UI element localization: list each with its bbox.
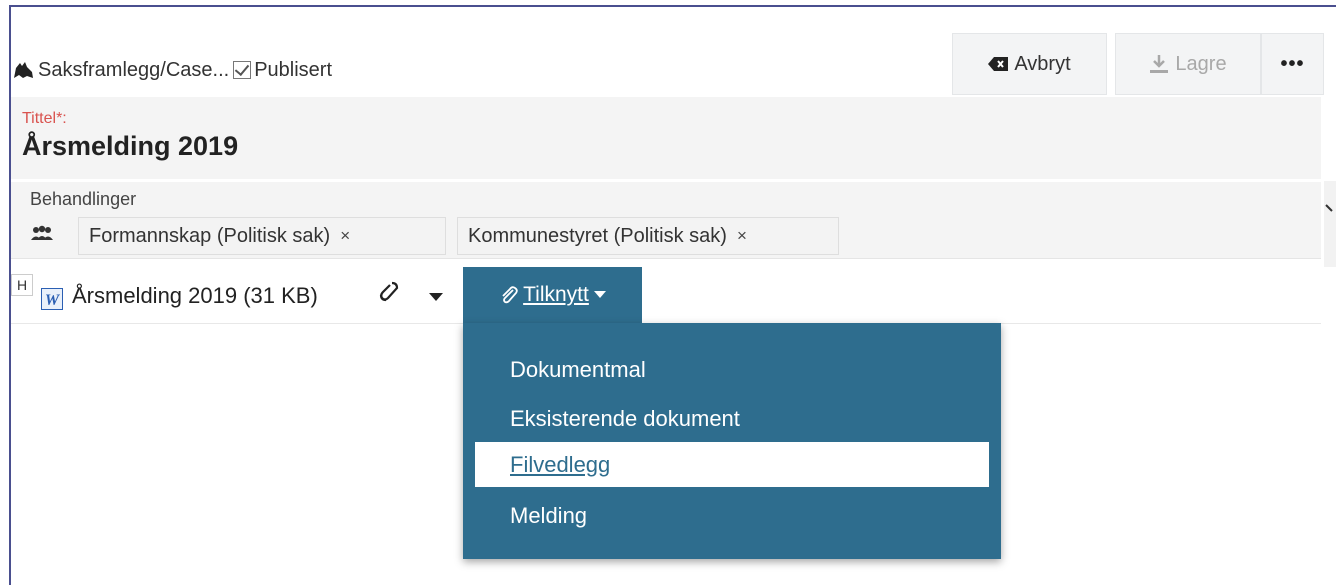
more-icon: ••• xyxy=(1280,52,1305,75)
behandlinger-label: Behandlinger xyxy=(30,189,137,209)
title-field[interactable]: Tittel*: Årsmelding 2019 xyxy=(11,97,1321,179)
download-icon xyxy=(1150,55,1169,73)
svg-text:W: W xyxy=(45,292,61,309)
case-type-header: Saksframlegg/Case... Publisert xyxy=(12,55,332,85)
paperclip-icon xyxy=(502,286,518,304)
document-name[interactable]: Årsmelding 2019 (31 KB) xyxy=(72,283,318,309)
document-row: H W Årsmelding 2019 (31 KB) Tilknytt xyxy=(11,267,1321,324)
save-label: Lagre xyxy=(1175,52,1227,75)
title-value[interactable]: Årsmelding 2019 xyxy=(22,131,238,162)
more-options-button[interactable]: ••• xyxy=(1261,33,1324,95)
behandlinger-section: Behandlinger Formannskap (Politisk sak) … xyxy=(11,182,1321,259)
published-label: Publisert xyxy=(254,58,333,81)
attach-dropdown-menu: Dokumentmal Eksisterende dokument Filved… xyxy=(463,323,1001,559)
tag-label: Formannskap (Politisk sak) xyxy=(89,224,331,247)
title-label: Tittel*: xyxy=(22,110,67,127)
link-icon[interactable] xyxy=(379,281,399,303)
menu-item-dokumentmal[interactable]: Dokumentmal xyxy=(475,347,989,392)
menu-item-eksisterende-dokument[interactable]: Eksisterende dokument xyxy=(475,396,989,441)
backspace-icon xyxy=(988,57,1009,71)
side-expand-handle[interactable] xyxy=(1324,181,1336,267)
behandling-tag: Formannskap (Politisk sak) × xyxy=(78,217,446,255)
published-checkbox[interactable] xyxy=(233,61,252,79)
caret-down-icon[interactable] xyxy=(429,293,443,302)
menu-item-filvedlegg[interactable]: Filvedlegg xyxy=(475,442,989,487)
cancel-label: Avbryt xyxy=(1014,52,1071,75)
remove-tag-icon[interactable]: × xyxy=(737,226,747,246)
cancel-button[interactable]: Avbryt xyxy=(952,33,1107,95)
behandling-tag: Kommunestyret (Politisk sak) × xyxy=(457,217,839,255)
remove-tag-icon[interactable]: × xyxy=(340,226,350,246)
save-button[interactable]: Lagre xyxy=(1115,33,1261,95)
case-type-label: Saksframlegg/Case... xyxy=(38,58,230,81)
attach-button[interactable]: Tilknytt xyxy=(463,267,642,323)
tag-label: Kommunestyret (Politisk sak) xyxy=(468,224,727,247)
menu-item-melding[interactable]: Melding xyxy=(475,493,989,538)
word-document-icon: W xyxy=(41,288,63,310)
group-icon xyxy=(31,225,53,240)
caret-down-icon xyxy=(593,291,606,298)
document-type-badge: H xyxy=(11,274,33,296)
wolf-icon xyxy=(14,62,33,78)
attach-label: Tilknytt xyxy=(523,283,589,306)
chevron-down-icon xyxy=(1325,204,1333,212)
